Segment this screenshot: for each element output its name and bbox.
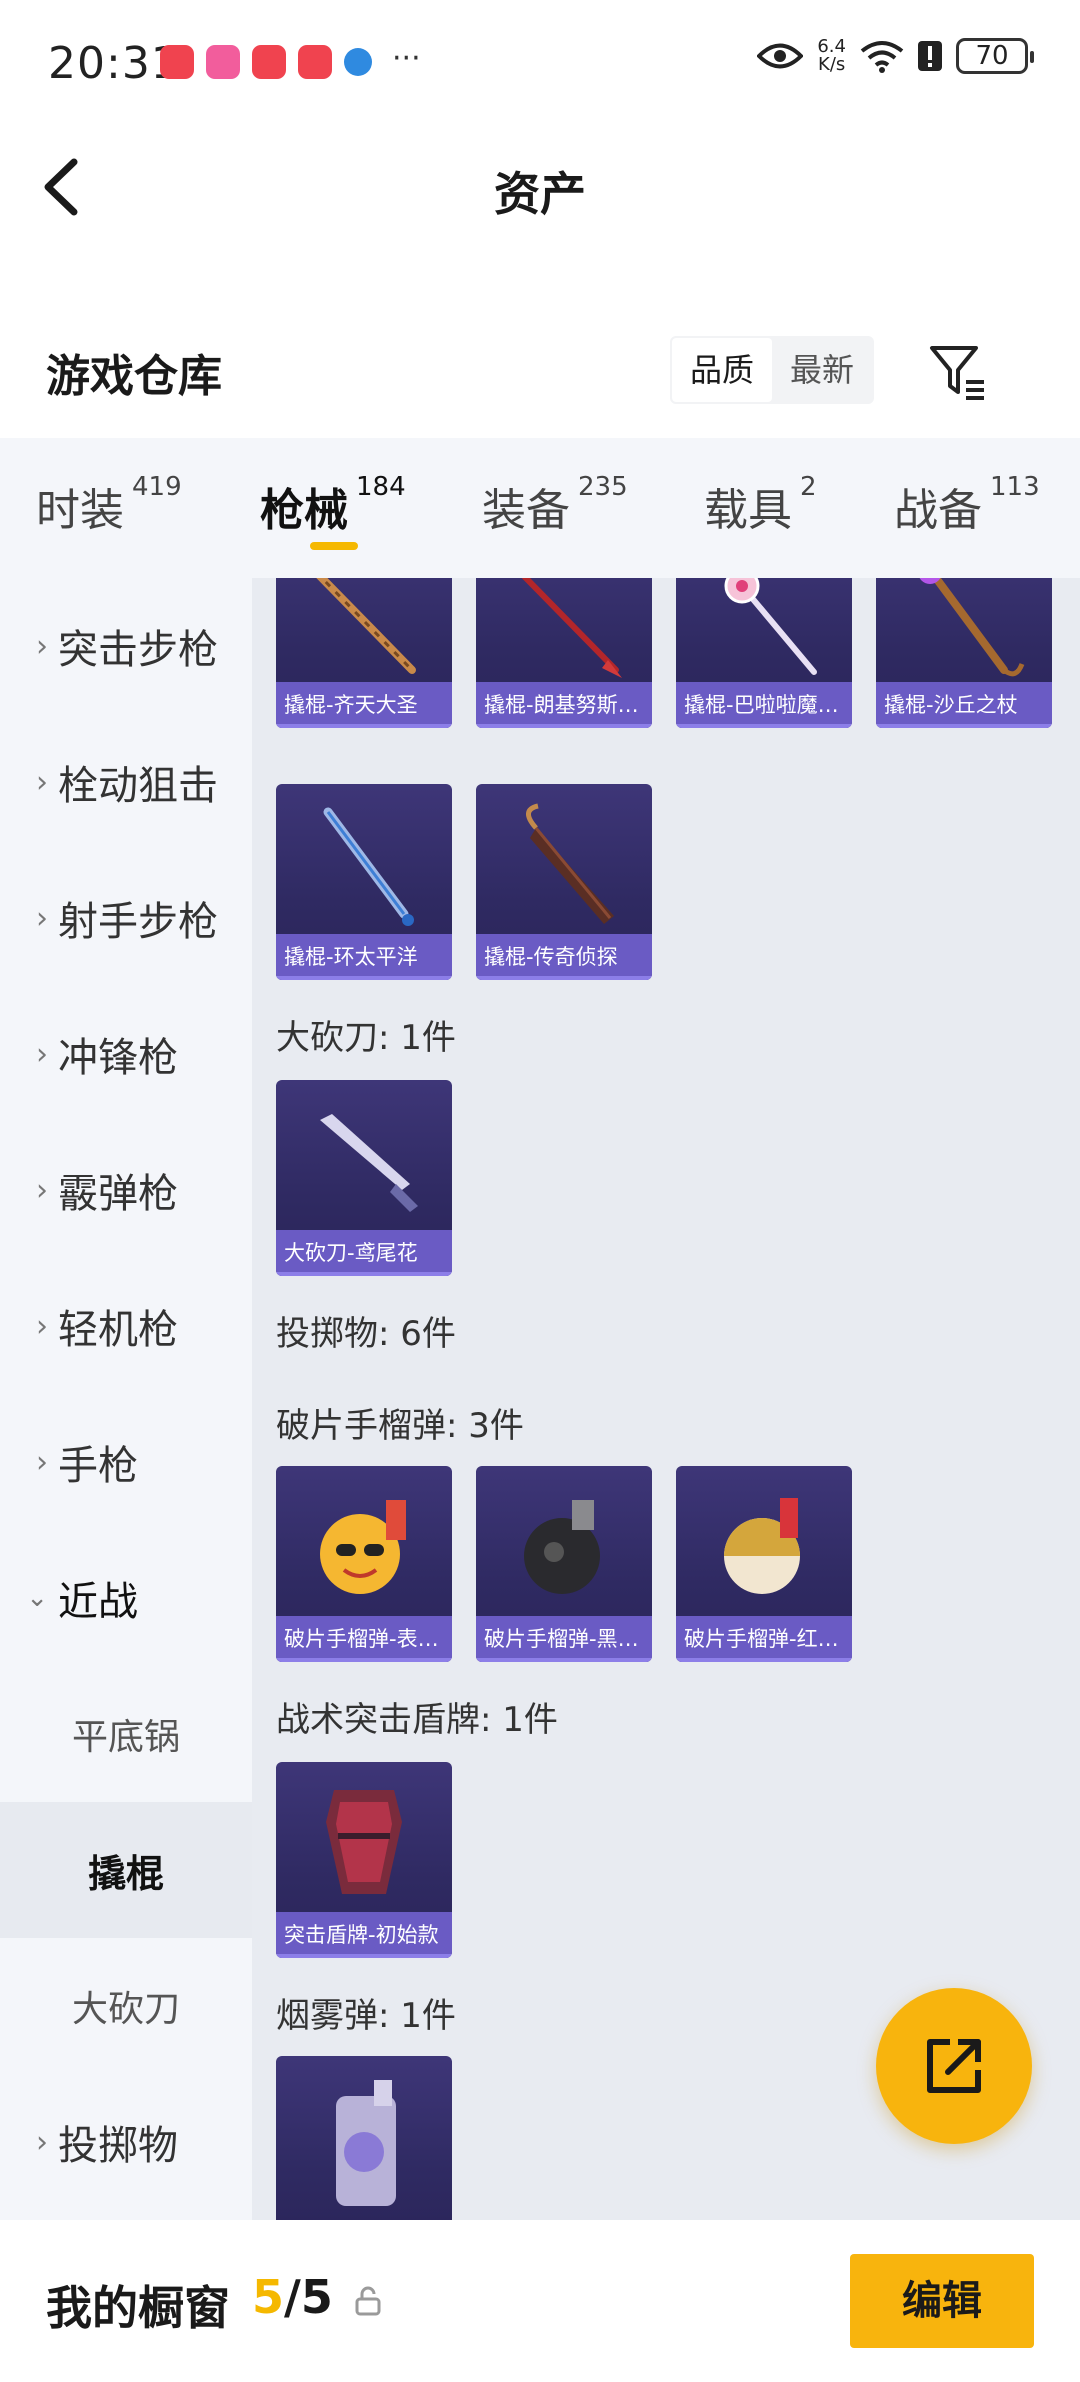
tab-firearms[interactable]: 枪械 184: [260, 472, 406, 538]
group-header-shield: 战术突击盾牌: 1件: [276, 1700, 558, 1740]
black-grenade-icon: [524, 1500, 600, 1594]
wifi-icon: [860, 41, 904, 73]
tab-supplies[interactable]: 战备 113: [894, 472, 1040, 538]
chevron-right-icon: ›: [36, 628, 48, 664]
red-white-grenade-icon: [724, 1498, 800, 1594]
sidebar-item-shotgun[interactable]: › 霰弹枪: [0, 1122, 252, 1258]
emoji-grenade-icon: [320, 1500, 406, 1594]
item-card[interactable]: 破片手榴弹-红白款: [676, 1466, 852, 1662]
machete-icon: [320, 1114, 418, 1212]
bilibili-app-icon: [206, 45, 240, 79]
item-card[interactable]: [276, 2056, 452, 2220]
chevron-right-icon: ›: [36, 764, 48, 800]
item-card[interactable]: 撬棍-环太平洋: [276, 784, 452, 980]
sidebar-item-assault-rifle[interactable]: › 突击步枪: [0, 578, 252, 714]
chevron-right-icon: ›: [36, 1308, 48, 1344]
signal-alert-icon: [918, 41, 942, 71]
notification-icons: ···: [160, 41, 421, 79]
browser-app-icon: [344, 48, 372, 76]
sort-newest-button[interactable]: 最新: [772, 338, 872, 402]
sidebar-item-bolt-sniper[interactable]: › 栓动狙击: [0, 714, 252, 850]
item-card[interactable]: 破片手榴弹-表情包: [276, 1466, 452, 1662]
weapon-type-sidebar: › 突击步枪 › 栓动狙击 › 射手步枪 › 冲锋枪 › 霰弹枪 › 轻机枪 › 手枪 ⌄ 近战…: [0, 578, 252, 2220]
more-notifications-icon: ···: [392, 40, 421, 76]
battery-icon: 70: [956, 38, 1034, 74]
crowbar-icon: [316, 578, 416, 674]
sidebar-item-throwables[interactable]: › 投掷物: [0, 2074, 252, 2210]
showcase-label: 我的橱窗: [46, 2281, 230, 2335]
group-header-frag-grenade: 破片手榴弹: 3件: [276, 1406, 524, 1446]
item-card[interactable]: 撬棍-朗基努斯之枪: [476, 578, 652, 728]
status-right: 6.4 K/s 70: [757, 36, 1034, 75]
item-card[interactable]: 撬棍-沙丘之杖: [876, 578, 1052, 728]
eye-icon: [757, 43, 804, 69]
tab-equipment[interactable]: 装备 235: [482, 472, 628, 538]
chevron-right-icon: ›: [36, 1444, 48, 1480]
page-title: 资产: [494, 167, 586, 221]
sidebar-item-marksman-rifle[interactable]: › 射手步枪: [0, 850, 252, 986]
item-card[interactable]: 撬棍-齐天大圣: [276, 578, 452, 728]
sort-quality-button[interactable]: 品质: [672, 338, 773, 402]
item-card[interactable]: 撬棍-巴啦啦魔法棒: [676, 578, 852, 728]
sidebar-subitem-frying-pan[interactable]: 平底锅: [0, 1666, 252, 1802]
chevron-right-icon: ›: [36, 2124, 48, 2160]
smoke-grenade-icon: [336, 2080, 396, 2206]
umbrella-icon: [526, 803, 614, 924]
shield-icon: [326, 1790, 402, 1894]
sword-icon: [323, 807, 414, 926]
showcase-count: 5/5: [252, 2270, 333, 2324]
sidebar-item-pistol[interactable]: › 手枪: [0, 1394, 252, 1530]
chevron-right-icon: ›: [36, 1172, 48, 1208]
shopping-app-icon: [252, 45, 286, 79]
lock-icon: [355, 2286, 381, 2316]
spear-icon: [521, 578, 622, 678]
showcase-bar: 我的橱窗 5/5 编辑: [0, 2220, 1080, 2382]
filter-icon[interactable]: [926, 340, 990, 404]
chevron-right-icon: ›: [36, 1036, 48, 1072]
sidebar-item-melee[interactable]: ⌄ 近战: [0, 1530, 252, 1666]
chevron-down-icon: ⌄: [26, 1583, 48, 1613]
shopping-app-icon: [160, 45, 194, 79]
edit-button[interactable]: 编辑: [850, 2254, 1034, 2348]
status-bar: 20:31 ··· 6.4 K/s 70: [0, 0, 1080, 124]
section-title: 游戏仓库: [46, 351, 222, 402]
magic-wand-icon: [724, 578, 817, 675]
nav-bar: 资产: [0, 124, 1080, 252]
active-tab-indicator: [310, 542, 358, 550]
group-header-smoke: 烟雾弹: 1件: [276, 1996, 456, 2036]
item-card[interactable]: 大砍刀-鸢尾花: [276, 1080, 452, 1276]
tab-vehicles[interactable]: 载具 2: [704, 472, 817, 538]
shopping-app-icon: [298, 45, 332, 79]
item-card[interactable]: 突击盾牌-初始款: [276, 1762, 452, 1958]
tab-fashion[interactable]: 时装 419: [36, 472, 182, 538]
group-header-machete: 大砍刀: 1件: [276, 1018, 456, 1058]
sidebar-subitem-machete[interactable]: 大砍刀: [0, 1938, 252, 2074]
warehouse-header: 游戏仓库 品质 最新: [0, 318, 1080, 438]
group-header-throwables: 投掷物: 6件: [276, 1314, 456, 1354]
chevron-right-icon: ›: [36, 900, 48, 936]
external-link-icon: [927, 2039, 981, 2093]
item-content-area: 撬棍-齐天大圣 撬棍-朗基努斯之枪 撬棍-巴啦啦魔法棒 撬棍-沙丘之杖 撬棍-环…: [252, 578, 1080, 2220]
share-fab-button[interactable]: [876, 1988, 1032, 2144]
sidebar-item-lmg[interactable]: › 轻机枪: [0, 1258, 252, 1394]
item-card[interactable]: 破片手榴弹-黑色款: [476, 1466, 652, 1662]
item-card[interactable]: 撬棍-传奇侦探: [476, 784, 652, 980]
sidebar-subitem-crowbar[interactable]: 撬棍: [0, 1802, 252, 1938]
sidebar-item-smg[interactable]: › 冲锋枪: [0, 986, 252, 1122]
category-tabs: 时装 419 枪械 184 装备 235 载具 2 战备 113: [0, 438, 1080, 578]
sort-toggle: 品质 最新: [670, 336, 875, 404]
staff-icon: [919, 578, 1025, 677]
network-speed: 6.4 K/s: [817, 36, 846, 75]
